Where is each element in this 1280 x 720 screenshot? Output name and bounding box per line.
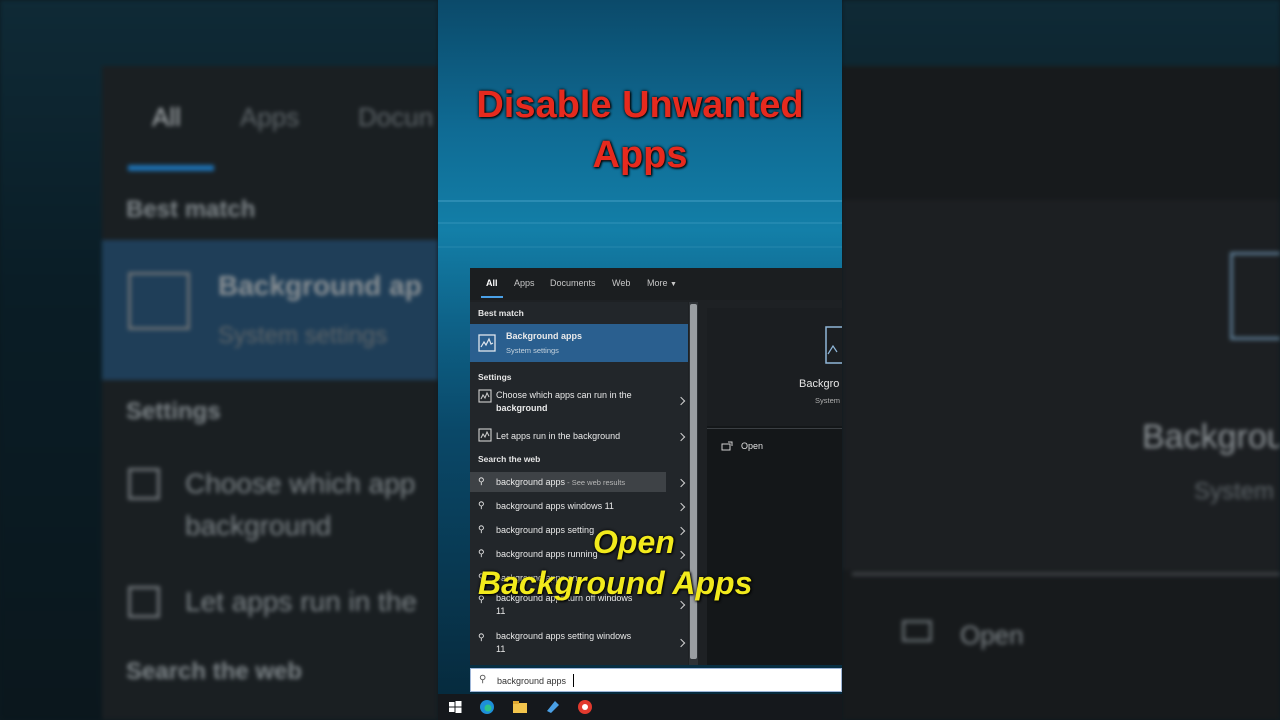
open-icon — [721, 441, 733, 451]
best-match-subtitle: System settings — [506, 346, 559, 355]
tab-documents[interactable]: Documents — [550, 278, 596, 288]
tab-indicator — [481, 296, 503, 298]
blur-item1: Choose which app — [185, 468, 416, 499]
video-frame: All Apps Docun Best match Background ap … — [0, 0, 1280, 720]
blur-best-match: Best match — [126, 196, 256, 223]
blur-tab-all: All — [152, 102, 181, 132]
search-icon: ⚲ — [478, 524, 485, 534]
web-item-label: background apps windows 11 — [496, 501, 614, 511]
section-best-match: Best match — [478, 308, 524, 318]
headline-line-2: Apps — [592, 134, 688, 176]
blur-tab-apps: Apps — [240, 102, 300, 132]
chevron-right-icon — [676, 396, 686, 406]
blur-preview-subtitle: System — [1194, 478, 1275, 505]
text-caret — [573, 674, 574, 687]
windows-start-icon[interactable] — [447, 699, 463, 715]
preview-header: Backgro System — [707, 308, 842, 426]
chevron-right-icon — [676, 550, 686, 560]
scrollbar-thumb[interactable] — [690, 304, 697, 659]
settings-item-choose-apps[interactable]: Choose which apps can run in the backgro… — [470, 386, 688, 418]
tab-web[interactable]: Web — [612, 278, 630, 288]
tab-apps[interactable]: Apps — [514, 278, 535, 288]
blur-search-web: Search the web — [126, 658, 303, 685]
blur-tab-docs: Docun — [358, 102, 434, 132]
web-item-suffix: - See web results — [565, 478, 626, 487]
chevron-right-icon — [676, 638, 686, 648]
chevron-right-icon — [676, 502, 686, 512]
settings-item-line2: background — [496, 403, 548, 413]
chevron-right-icon — [676, 600, 686, 610]
search-icon: ⚲ — [478, 548, 485, 558]
search-tabs: All Apps Documents Web More ▼ — [470, 268, 842, 300]
preview-subtitle: System — [815, 396, 841, 405]
web-item-0[interactable]: ⚲ background apps - See web results — [470, 472, 688, 492]
search-icon: ⚲ — [478, 476, 485, 486]
blur-open: Open — [960, 620, 1024, 650]
section-settings: Settings — [478, 372, 512, 382]
settings-app-icon — [478, 428, 492, 442]
preview-pane: Backgro System Open — [707, 308, 842, 665]
blurred-zoom-left: All Apps Docun Best match Background ap … — [0, 0, 438, 720]
open-label: Open — [741, 441, 764, 451]
blurred-zoom-right: Backgrou System Open — [842, 0, 1280, 720]
search-icon: ⚲ — [479, 674, 487, 685]
recorder-app-icon[interactable] — [577, 699, 593, 715]
search-input[interactable]: background apps — [497, 676, 566, 686]
settings-item-label: Let apps run in the background — [496, 431, 621, 441]
best-match-item[interactable]: Background apps System settings — [470, 324, 688, 362]
results-list: Best match Background apps System settin… — [470, 302, 688, 665]
headline-line-1: Disable Unwanted — [476, 84, 804, 126]
chevron-right-icon — [676, 432, 686, 442]
best-match-title: Background apps — [506, 331, 583, 341]
blur-title: Background ap — [218, 270, 422, 301]
edge-browser-icon[interactable] — [479, 699, 495, 715]
blur-item2: Let apps run in the — [185, 586, 417, 617]
web-item-label: background apps setting — [496, 525, 595, 535]
caret-down-icon: ▼ — [670, 281, 677, 288]
background-apps-icon — [825, 326, 842, 364]
web-item-1[interactable]: ⚲ background apps windows 11 — [470, 496, 688, 516]
web-item-label: background apps — [496, 477, 566, 487]
tab-all[interactable]: All — [486, 278, 498, 288]
web-item-line1: background apps setting windows — [496, 631, 632, 641]
file-explorer-icon[interactable] — [512, 699, 528, 715]
blur-item1-line2: background — [185, 510, 332, 541]
background-apps-icon — [478, 334, 496, 352]
web-item-line2: 11 — [496, 644, 506, 654]
tab-more-label: More — [647, 278, 668, 288]
center-panel: Disable Unwanted Apps All Apps Documents… — [438, 0, 842, 720]
preview-title: Backgro — [799, 378, 840, 390]
overlay-line-1: Open — [593, 524, 675, 560]
chevron-right-icon — [676, 478, 686, 488]
section-search-web: Search the web — [478, 454, 541, 464]
search-icon: ⚲ — [478, 632, 485, 642]
blur-subtitle: System settings — [218, 322, 388, 349]
app-icon[interactable] — [545, 699, 561, 715]
divider — [707, 428, 842, 429]
search-icon: ⚲ — [478, 500, 485, 510]
tab-more[interactable]: More ▼ — [647, 278, 677, 288]
settings-item-line1: Choose which apps can run in the — [496, 390, 632, 400]
search-box[interactable]: ⚲ background apps — [470, 668, 842, 692]
settings-item-let-apps[interactable]: Let apps run in the background — [470, 426, 688, 446]
chevron-right-icon — [676, 526, 686, 536]
taskbar — [438, 694, 842, 720]
overlay-line-2: Background Apps — [478, 565, 753, 601]
blur-settings: Settings — [126, 398, 221, 425]
web-item-6[interactable]: ⚲ background apps setting windows 11 — [470, 628, 688, 660]
blur-preview-title: Backgrou — [1142, 418, 1280, 456]
open-action[interactable]: Open — [721, 438, 831, 456]
start-search-menu: All Apps Documents Web More ▼ Best match — [470, 268, 842, 665]
settings-app-icon — [478, 389, 492, 403]
web-item-line2: 11 — [496, 606, 506, 616]
web-item-label: background apps running — [496, 549, 598, 559]
